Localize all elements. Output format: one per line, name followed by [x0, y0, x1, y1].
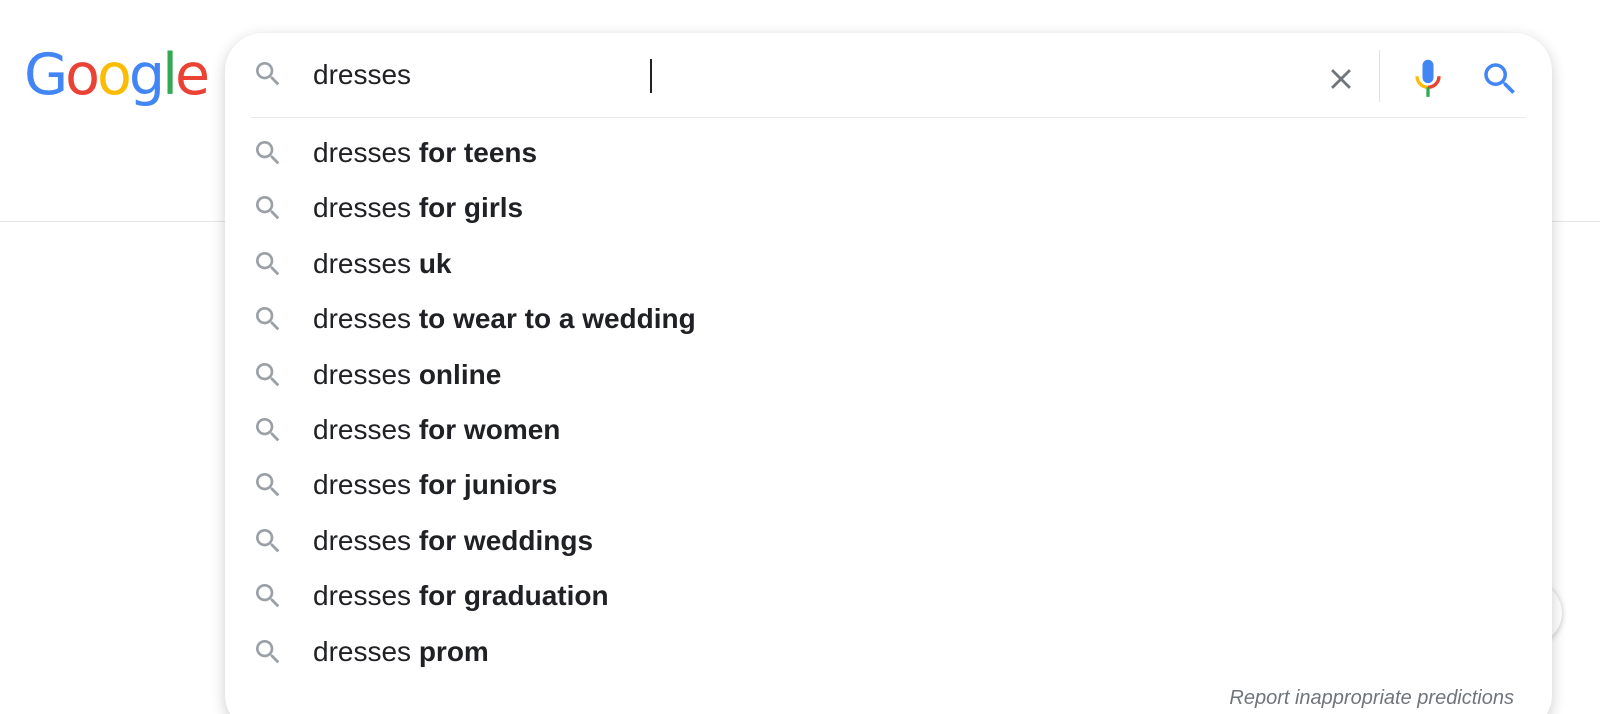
suggestion-item[interactable]: dresses for girls [225, 180, 1552, 235]
logo-letter: l [162, 42, 178, 108]
search-icon [256, 251, 280, 276]
suggestion-item[interactable]: dresses prom [225, 624, 1552, 679]
search-box-divider [1379, 50, 1380, 102]
search-icon [256, 62, 280, 86]
suggestion-completion: prom [418, 635, 489, 667]
search-icon [256, 196, 280, 220]
search-icon [1484, 63, 1515, 94]
suggestion-completion: to wear to a wedding [418, 303, 696, 335]
search-icon [256, 417, 280, 442]
search-autocomplete-popup: dresses for teens dresses for girls dres… [225, 33, 1552, 714]
suggestion-prefix: dresses [313, 635, 419, 667]
logo-letter: g [128, 42, 165, 108]
suggestion-prefix: dresses [313, 524, 419, 556]
logo-letter: e [174, 42, 210, 108]
search-icon [256, 528, 280, 553]
search-results-page: Google dresses dresses for teens dresses… [0, 0, 1600, 714]
suggestion-item[interactable]: dresses for juniors [225, 457, 1552, 512]
suggestion-completion: for weddings [418, 524, 594, 556]
suggestion-item[interactable]: dresses uk [225, 236, 1552, 291]
search-input[interactable] [313, 55, 1353, 95]
search-icon [256, 307, 280, 331]
text-caret [650, 59, 652, 93]
suggestion-text: dresses for women [313, 402, 560, 457]
close-icon [1331, 69, 1351, 89]
suggestion-prefix: dresses [313, 358, 419, 390]
logo-letter: G [24, 42, 68, 108]
logo-letter: o [65, 42, 100, 108]
search-icon [256, 362, 280, 386]
clear-button[interactable] [1315, 53, 1367, 105]
suggestion-text: dresses online [313, 347, 501, 402]
suggestion-item[interactable]: dresses for teens [225, 125, 1552, 180]
search-box [225, 33, 1552, 117]
suggestion-prefix: dresses [313, 247, 419, 279]
search-icon [256, 639, 280, 663]
suggestion-item[interactable]: dresses for women [225, 402, 1552, 457]
suggestion-prefix: dresses [313, 192, 419, 224]
suggestion-prefix: dresses [313, 580, 419, 612]
suggestion-item[interactable]: dresses online [225, 347, 1552, 402]
suggestion-text: dresses to wear to a wedding [313, 291, 696, 346]
suggestion-item[interactable]: dresses to wear to a wedding [225, 291, 1552, 346]
search-submit-button[interactable] [1472, 51, 1528, 107]
suggestion-list: dresses for teens dresses for girls dres… [225, 125, 1552, 679]
suggestion-prefix: dresses [313, 413, 419, 445]
suggestion-text: dresses prom [313, 624, 489, 679]
suggestion-text: dresses for weddings [313, 513, 593, 568]
microphone-icon [1415, 59, 1441, 97]
google-logo[interactable]: Google [24, 40, 210, 110]
suggestion-prefix: dresses [313, 303, 419, 335]
suggestion-completion: for juniors [418, 469, 558, 501]
suggestion-text: dresses for juniors [313, 457, 557, 512]
suggestion-item[interactable]: dresses for graduation [225, 568, 1552, 623]
suggestion-prefix: dresses [313, 137, 419, 168]
suggestion-prefix: dresses [313, 469, 419, 501]
suggestion-completion: for women [418, 413, 561, 445]
suggestion-text: dresses for graduation [313, 568, 609, 623]
suggestion-item[interactable]: dresses for weddings [225, 513, 1552, 568]
suggestion-text: dresses uk [313, 236, 452, 291]
suggestion-text: dresses for teens [313, 125, 537, 180]
search-icon [256, 141, 280, 165]
search-icon [256, 584, 280, 608]
suggestion-completion: for teens [418, 137, 538, 168]
suggestion-completion: online [418, 358, 502, 390]
report-predictions-link[interactable]: Report inappropriate predictions [1229, 687, 1514, 710]
search-icon [256, 473, 280, 497]
suggestion-text: dresses for girls [313, 180, 523, 235]
suggestion-completion: for girls [418, 192, 524, 224]
suggestion-completion: uk [418, 247, 452, 279]
logo-letter: o [97, 42, 132, 108]
popup-divider [251, 117, 1526, 118]
voice-search-button[interactable] [1400, 51, 1456, 107]
suggestion-completion: for graduation [418, 580, 609, 612]
